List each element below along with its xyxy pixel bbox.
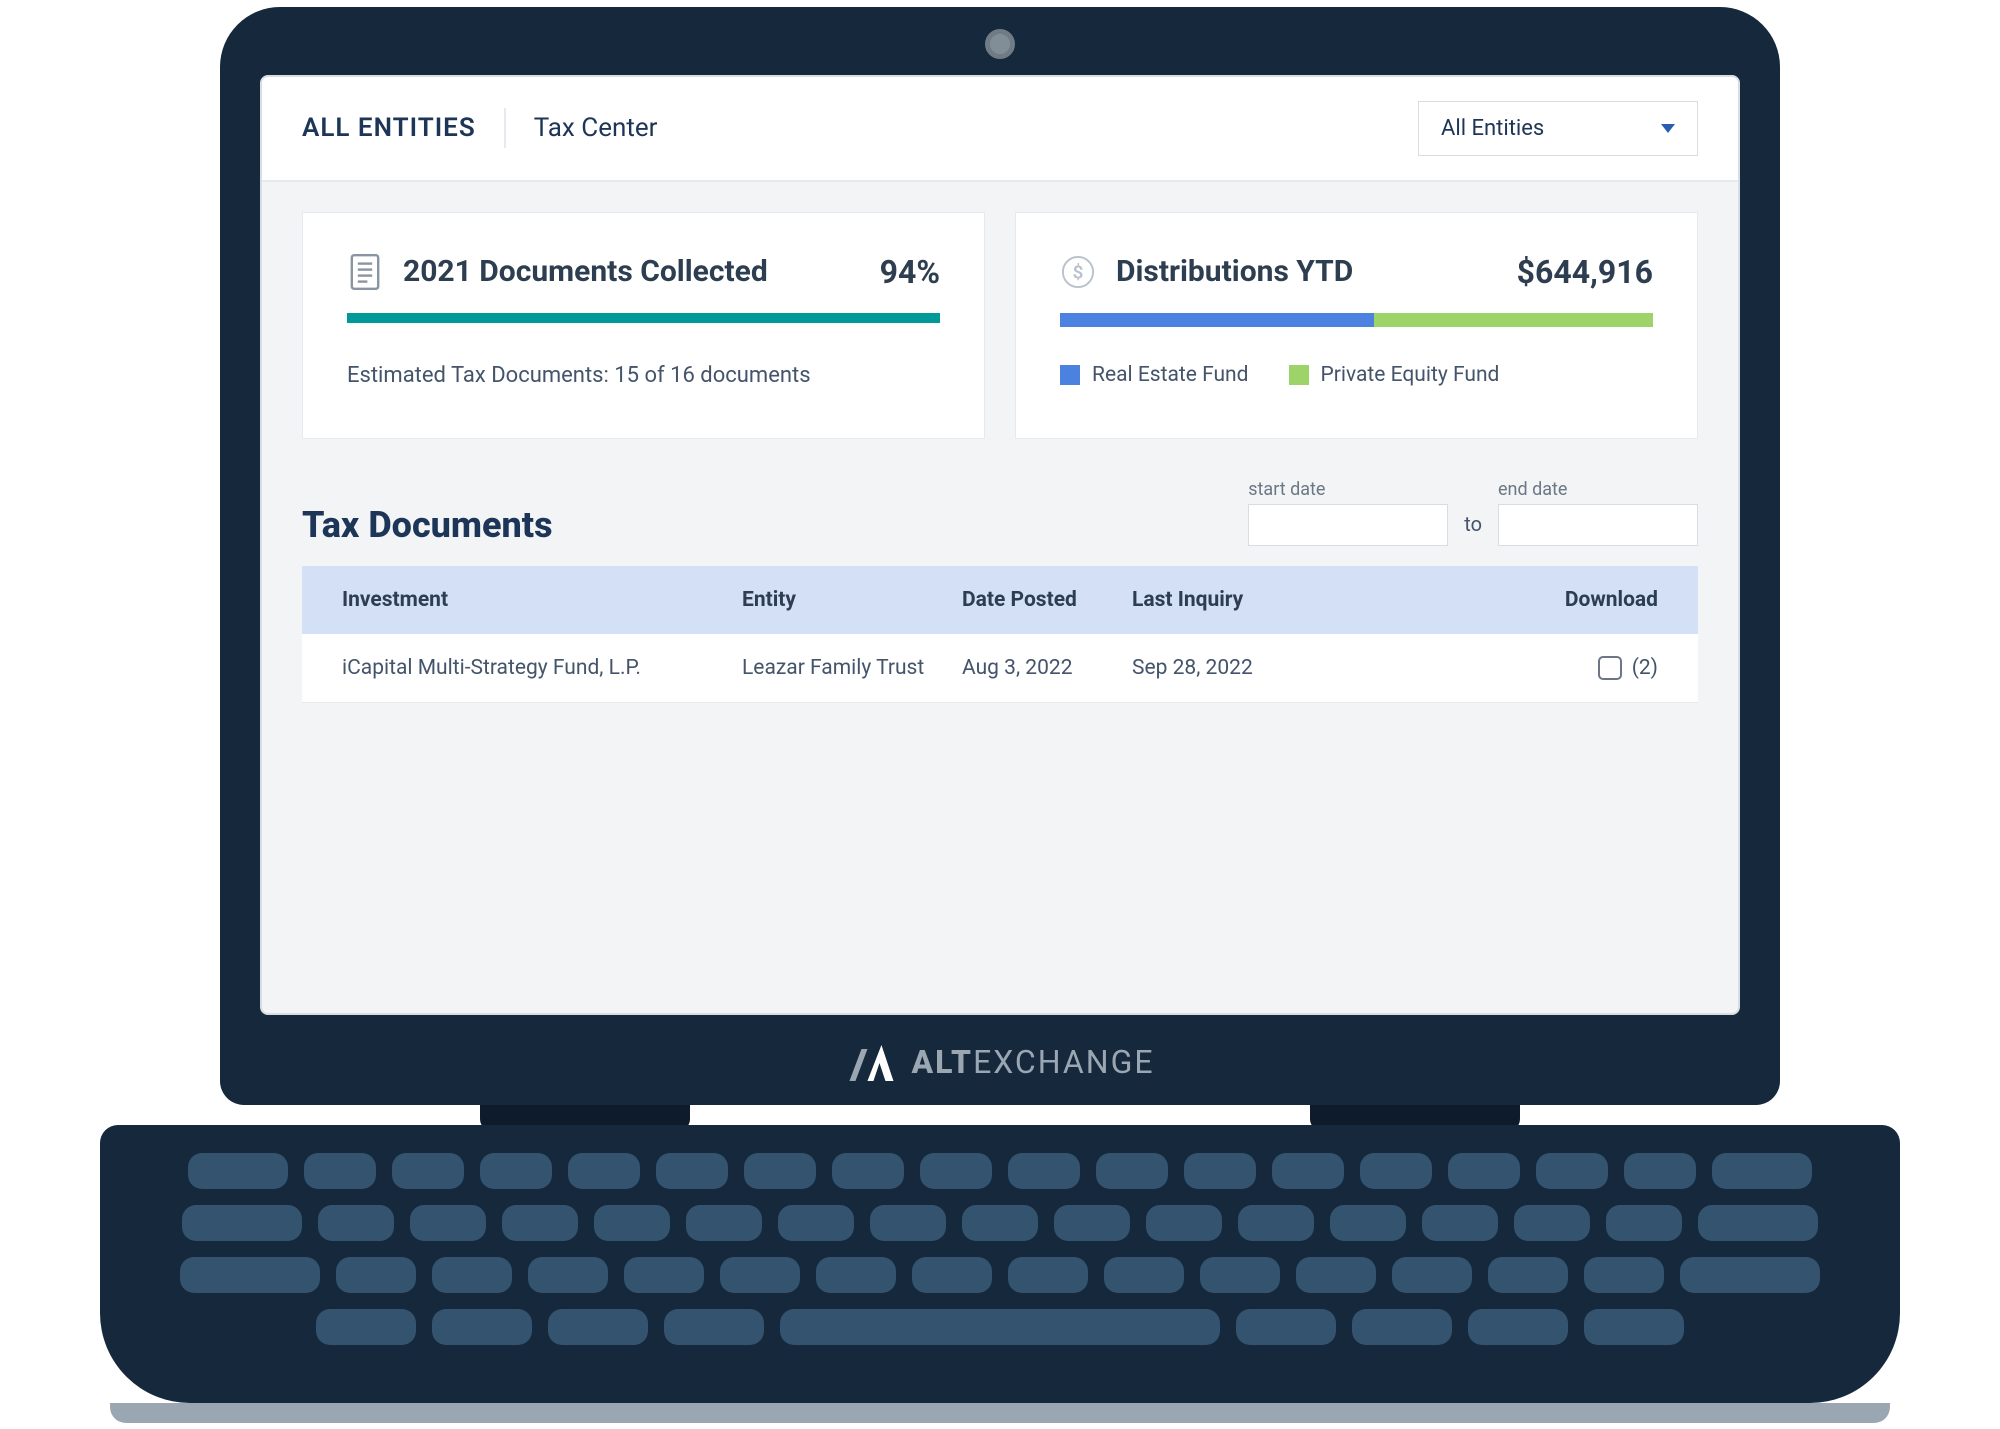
entity-select-value: All Entities — [1441, 116, 1544, 141]
download-count: (2) — [1632, 656, 1658, 680]
app-header: ALL ENTITIES Tax Center All Entities — [262, 77, 1738, 182]
collected-progress — [347, 313, 940, 323]
download-checkbox[interactable] — [1598, 656, 1622, 680]
legend-item-real-estate: Real Estate Fund — [1060, 363, 1249, 387]
cell-last-inquiry: Sep 28, 2022 — [1132, 656, 1302, 680]
distributions-value: $644,916 — [1517, 253, 1653, 291]
distributions-legend: Real Estate Fund Private Equity Fund — [1060, 363, 1653, 387]
date-range-filter: start date to end date — [1248, 479, 1698, 546]
brand-logo: ALTEXCHANGE — [845, 1041, 1154, 1083]
brand-text: ALTEXCHANGE — [911, 1043, 1154, 1081]
page-title: Tax Center — [534, 113, 658, 143]
distributions-card: $ Distributions YTD $644,916 — [1015, 212, 1698, 439]
documents-collected-card: 2021 Documents Collected 94% Estimated T… — [302, 212, 985, 439]
swatch-blue — [1060, 365, 1080, 385]
end-date-input[interactable] — [1498, 504, 1698, 546]
camera-icon — [985, 29, 1015, 59]
svg-text:$: $ — [1073, 260, 1084, 283]
cell-date-posted: Aug 3, 2022 — [962, 656, 1132, 680]
start-date-input[interactable] — [1248, 504, 1448, 546]
start-date-label: start date — [1248, 479, 1448, 500]
app-screen: ALL ENTITIES Tax Center All Entities — [260, 75, 1740, 1015]
collected-title: 2021 Documents Collected — [403, 254, 768, 289]
legend-item-private-equity: Private Equity Fund — [1289, 363, 1500, 387]
cell-investment: iCapital Multi-Strategy Fund, L.P. — [342, 656, 742, 680]
tax-documents-title: Tax Documents — [302, 504, 553, 546]
collected-estimate: Estimated Tax Documents: 15 of 16 docume… — [347, 363, 940, 388]
document-icon — [347, 254, 383, 290]
progress-segment-real-estate — [1060, 313, 1374, 327]
laptop-shadow — [110, 1403, 1890, 1423]
legend-label-2: Private Equity Fund — [1321, 363, 1500, 387]
dollar-icon: $ — [1060, 254, 1096, 290]
divider — [504, 108, 506, 148]
collected-value: 94% — [880, 253, 940, 291]
laptop-frame: ALL ENTITIES Tax Center All Entities — [220, 7, 1780, 1105]
swatch-green — [1289, 365, 1309, 385]
chevron-down-icon — [1661, 124, 1675, 133]
cell-entity: Leazar Family Trust — [742, 656, 962, 680]
legend-label-1: Real Estate Fund — [1092, 363, 1249, 387]
col-header-investment[interactable]: Investment — [342, 588, 742, 612]
breadcrumb-root[interactable]: ALL ENTITIES — [302, 113, 476, 143]
to-label: to — [1464, 512, 1482, 546]
entity-select[interactable]: All Entities — [1418, 101, 1698, 156]
end-date-label: end date — [1498, 479, 1698, 500]
distributions-progress — [1060, 313, 1653, 327]
tax-documents-table: Investment Entity Date Posted Last Inqui… — [302, 566, 1698, 703]
distributions-title: Distributions YTD — [1116, 254, 1353, 289]
table-header: Investment Entity Date Posted Last Inqui… — [302, 566, 1698, 634]
progress-segment-private-equity — [1374, 313, 1653, 327]
table-row[interactable]: iCapital Multi-Strategy Fund, L.P. Leaza… — [302, 634, 1698, 703]
col-header-date-posted[interactable]: Date Posted — [962, 588, 1132, 612]
col-header-entity[interactable]: Entity — [742, 588, 962, 612]
col-header-download: Download — [1302, 588, 1658, 612]
laptop-keyboard — [100, 1125, 1900, 1403]
col-header-last-inquiry[interactable]: Last Inquiry — [1132, 588, 1302, 612]
